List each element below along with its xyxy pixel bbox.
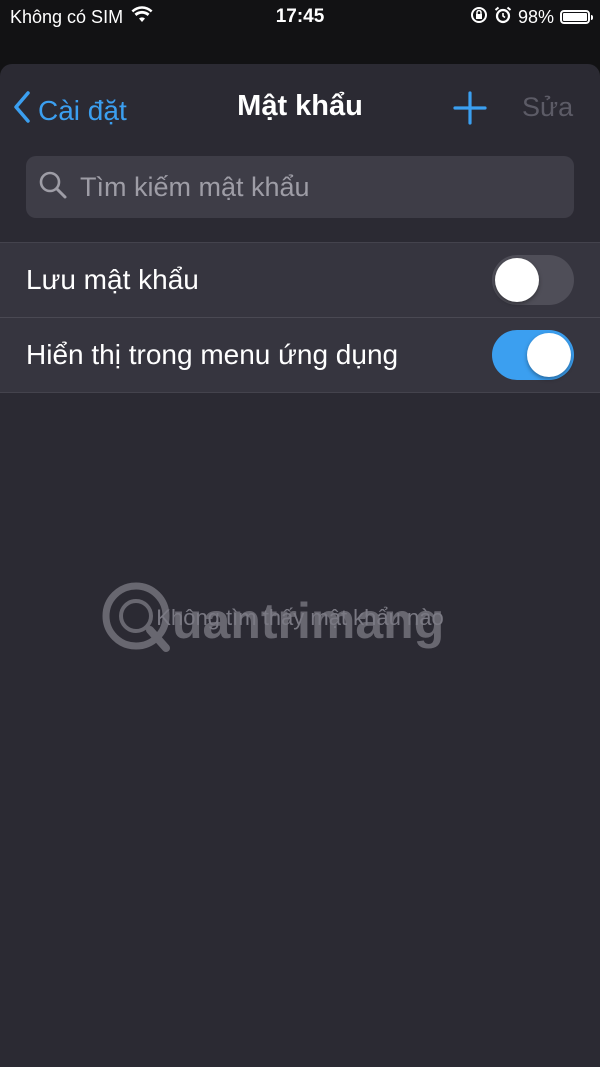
save-passwords-label: Lưu mật khẩu (26, 264, 199, 295)
back-button-label: Cài đặt (38, 94, 127, 126)
wifi-icon (131, 5, 153, 29)
passwords-sheet: Cài đặt Mật khẩu Sửa Lưu mật khẩu (0, 64, 600, 1067)
status-bar: Không có SIM 17:45 98% (0, 0, 600, 34)
status-right: 98% (470, 6, 593, 29)
empty-state-message: Không tìm thấy mật khẩu nào (156, 605, 444, 630)
back-button[interactable]: Cài đặt (12, 90, 127, 131)
navigation-bar: Cài đặt Mật khẩu Sửa (0, 64, 600, 152)
show-in-app-menu-label: Hiển thị trong menu ứng dụng (26, 339, 399, 370)
phone-screen: Không có SIM 17:45 98% Cài đặt Mật khẩu … (0, 0, 600, 1067)
orientation-lock-icon (470, 6, 488, 29)
save-passwords-toggle[interactable] (492, 255, 574, 305)
settings-group: Lưu mật khẩu Hiển thị trong menu ứng dụn… (0, 242, 600, 393)
chevron-left-icon (12, 90, 32, 131)
alarm-icon (494, 6, 512, 29)
setting-row-save-passwords: Lưu mật khẩu (0, 243, 600, 317)
search-icon (38, 170, 68, 205)
search-bar[interactable] (26, 156, 574, 218)
toggle-knob (495, 258, 539, 302)
battery-level-fill (563, 13, 587, 21)
status-left: Không có SIM (10, 5, 153, 29)
plus-icon (453, 91, 487, 125)
battery-icon (560, 10, 593, 24)
setting-row-show-in-app-menu: Hiển thị trong menu ứng dụng (0, 317, 600, 392)
search-input[interactable] (78, 170, 552, 204)
show-in-app-menu-toggle[interactable] (492, 330, 574, 380)
toggle-knob (527, 333, 571, 377)
battery-percent: 98% (517, 6, 554, 27)
carrier-label: Không có SIM (10, 6, 124, 27)
add-password-button[interactable] (452, 90, 488, 126)
edit-button[interactable]: Sửa (522, 92, 573, 123)
